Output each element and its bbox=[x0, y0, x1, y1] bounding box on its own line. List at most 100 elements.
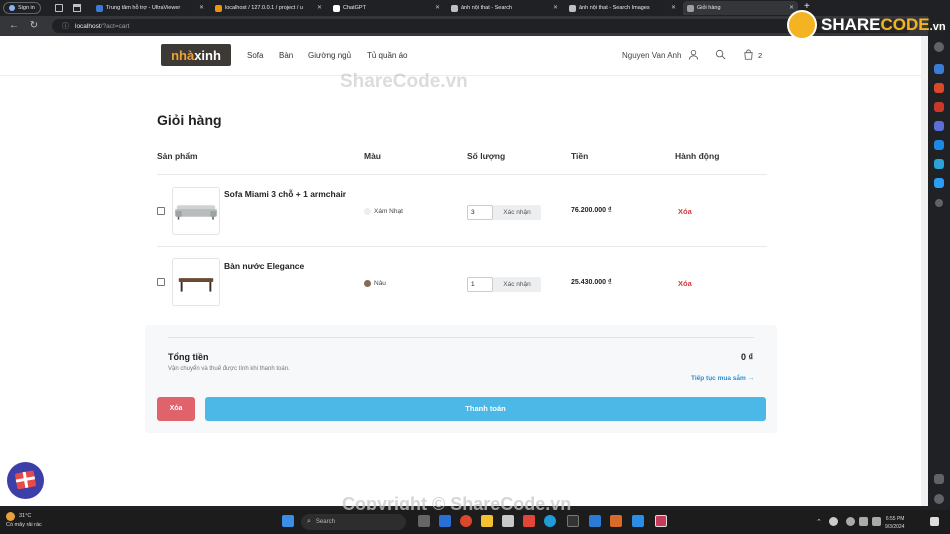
product-name[interactable]: Sofa Miami 3 chỗ + 1 armchair bbox=[224, 189, 346, 199]
logo-word-code: CODE bbox=[880, 15, 930, 34]
edge-icon[interactable] bbox=[544, 515, 556, 527]
nav-item-sofa[interactable]: Sofa bbox=[247, 51, 263, 60]
logo-word-share: SHARE bbox=[821, 15, 881, 34]
file-explorer-icon[interactable] bbox=[481, 515, 493, 527]
nav-item-bed[interactable]: Giường ngủ bbox=[308, 51, 351, 60]
store-icon[interactable] bbox=[502, 515, 514, 527]
tab-actions-icon[interactable] bbox=[55, 4, 63, 12]
battery-icon[interactable] bbox=[872, 517, 881, 526]
add-icon[interactable] bbox=[935, 199, 943, 207]
user-name[interactable]: Nguyen Van Anh bbox=[622, 51, 681, 60]
web-page: nhà xinh Sofa Bàn Giường ngủ Tủ quần áo N… bbox=[0, 36, 921, 506]
search-engine-icon bbox=[451, 4, 458, 12]
nav-item-wardrobe[interactable]: Tủ quần áo bbox=[367, 51, 407, 60]
item-price: 76.200.000 ₫ bbox=[571, 207, 612, 214]
office-icon[interactable] bbox=[934, 140, 944, 150]
document-icon[interactable] bbox=[589, 515, 601, 527]
search-engine-icon bbox=[569, 4, 576, 12]
tab-phpmyadmin[interactable]: localhost / 127.0.0.1 / project / u ✕ bbox=[211, 1, 326, 15]
notification-icon[interactable] bbox=[930, 517, 939, 526]
page-icon bbox=[687, 4, 694, 12]
site-header: nhà xinh Sofa Bàn Giường ngủ Tủ quần áo N… bbox=[0, 36, 921, 76]
copilot-icon[interactable] bbox=[934, 64, 944, 74]
gift-widget-button[interactable] bbox=[7, 462, 44, 499]
tab-cart-active[interactable]: Giỏi hàng ✕ bbox=[683, 1, 798, 15]
confirm-quantity-button[interactable]: Xác nhận bbox=[493, 205, 541, 220]
sidebar-toggle-icon[interactable] bbox=[934, 474, 944, 484]
tab-search-images[interactable]: ảnh nội that - Search Images ✕ bbox=[565, 1, 680, 15]
close-icon[interactable]: ✕ bbox=[317, 4, 322, 11]
tab-ultraviewer[interactable]: Trung tâm hỗ trợ - UltraViewer ✕ bbox=[92, 1, 208, 15]
nav-item-table[interactable]: Bàn bbox=[279, 51, 293, 60]
weather-widget[interactable]: 31°C Có mây rải rác bbox=[6, 512, 42, 529]
close-icon[interactable]: ✕ bbox=[671, 4, 676, 11]
confirm-quantity-button[interactable]: Xác nhận bbox=[493, 277, 541, 292]
quantity-input[interactable]: 3 bbox=[467, 205, 493, 220]
cloud-icon[interactable] bbox=[829, 517, 838, 526]
task-view-icon[interactable] bbox=[418, 515, 430, 527]
product-name[interactable]: Bàn nước Elegance bbox=[224, 261, 304, 271]
shopping-bag-icon[interactable] bbox=[743, 49, 754, 60]
back-arrow-icon[interactable]: ← bbox=[8, 20, 20, 32]
windows-start-icon[interactable] bbox=[282, 515, 294, 527]
terminal-icon[interactable] bbox=[567, 515, 579, 527]
tab-chatgpt[interactable]: ChatGPT ✕ bbox=[329, 1, 444, 15]
volume-icon[interactable] bbox=[859, 517, 868, 526]
quantity-input[interactable]: 1 bbox=[467, 277, 493, 292]
delete-selected-button[interactable]: Xóa bbox=[157, 397, 195, 421]
tab-title: ChatGPT bbox=[343, 5, 366, 11]
shopping-icon[interactable] bbox=[934, 83, 944, 93]
taskbar-search[interactable]: ⌕ Search bbox=[301, 514, 406, 530]
outlook-icon[interactable] bbox=[934, 159, 944, 169]
app-icon[interactable] bbox=[523, 515, 535, 527]
delete-item-link[interactable]: Xóa bbox=[678, 207, 692, 216]
page-scrollbar[interactable] bbox=[921, 36, 928, 506]
reload-icon[interactable]: ↻ bbox=[28, 20, 40, 32]
divider bbox=[168, 337, 754, 338]
xampp-icon[interactable] bbox=[610, 515, 622, 527]
snipping-tool-icon[interactable] bbox=[655, 515, 667, 527]
col-header-product: Sản phẩm bbox=[157, 151, 198, 161]
settings-gear-icon[interactable] bbox=[934, 494, 944, 504]
vscode-icon[interactable] bbox=[632, 515, 644, 527]
color-name: Xám Nhạt bbox=[374, 208, 403, 215]
product-image-sofa[interactable] bbox=[172, 187, 220, 235]
system-clock[interactable]: 6:55 PM 9/3/2024 bbox=[885, 515, 904, 531]
close-icon[interactable]: ✕ bbox=[553, 4, 558, 11]
sofa-image bbox=[174, 205, 218, 220]
total-value: 0 ₫ bbox=[741, 352, 754, 362]
checkout-button[interactable]: Thanh toán bbox=[205, 397, 766, 421]
address-bar[interactable]: ⓘ localhost/?act=cart bbox=[52, 19, 912, 33]
tab-strip-icon[interactable] bbox=[73, 4, 81, 12]
chrome-icon[interactable] bbox=[460, 515, 472, 527]
tray-chevron-icon[interactable]: ⌃ bbox=[816, 518, 822, 526]
temperature: 31°C bbox=[19, 513, 32, 519]
telegram-icon[interactable] bbox=[934, 178, 944, 188]
delete-item-link[interactable]: Xóa bbox=[678, 279, 692, 288]
site-logo[interactable]: nhà xinh bbox=[161, 44, 231, 66]
select-item-checkbox[interactable] bbox=[157, 278, 165, 286]
close-icon[interactable]: ✕ bbox=[199, 4, 204, 11]
games-icon[interactable] bbox=[934, 121, 944, 131]
search-icon: ⌕ bbox=[307, 518, 311, 525]
logo-text-right: xinh bbox=[194, 47, 221, 63]
tab-search[interactable]: ảnh nội that - Search ✕ bbox=[447, 1, 562, 15]
order-summary: Tổng tiền 0 ₫ Vận chuyển và thuế được tí… bbox=[145, 325, 777, 433]
continue-shopping-link[interactable]: Tiếp tục mua sắm → bbox=[691, 375, 754, 382]
shipping-note: Vận chuyển và thuế được tính khi thanh t… bbox=[168, 366, 290, 372]
weather-icon bbox=[6, 512, 15, 521]
site-info-icon[interactable]: ⓘ bbox=[62, 21, 69, 31]
close-icon[interactable]: ✕ bbox=[435, 4, 440, 11]
product-image-table[interactable] bbox=[172, 258, 220, 306]
url-host: localhost bbox=[75, 22, 101, 30]
user-icon[interactable] bbox=[688, 49, 699, 60]
select-item-checkbox[interactable] bbox=[157, 207, 165, 215]
tools-icon[interactable] bbox=[934, 102, 944, 112]
search-icon[interactable] bbox=[715, 49, 726, 60]
profile-icon bbox=[9, 5, 15, 11]
sign-in-button[interactable]: Sign in bbox=[3, 2, 41, 14]
search-icon[interactable] bbox=[934, 42, 944, 52]
chat-icon[interactable] bbox=[439, 515, 451, 527]
col-header-quantity: Số lượng bbox=[467, 151, 506, 161]
wifi-icon[interactable] bbox=[846, 517, 855, 526]
